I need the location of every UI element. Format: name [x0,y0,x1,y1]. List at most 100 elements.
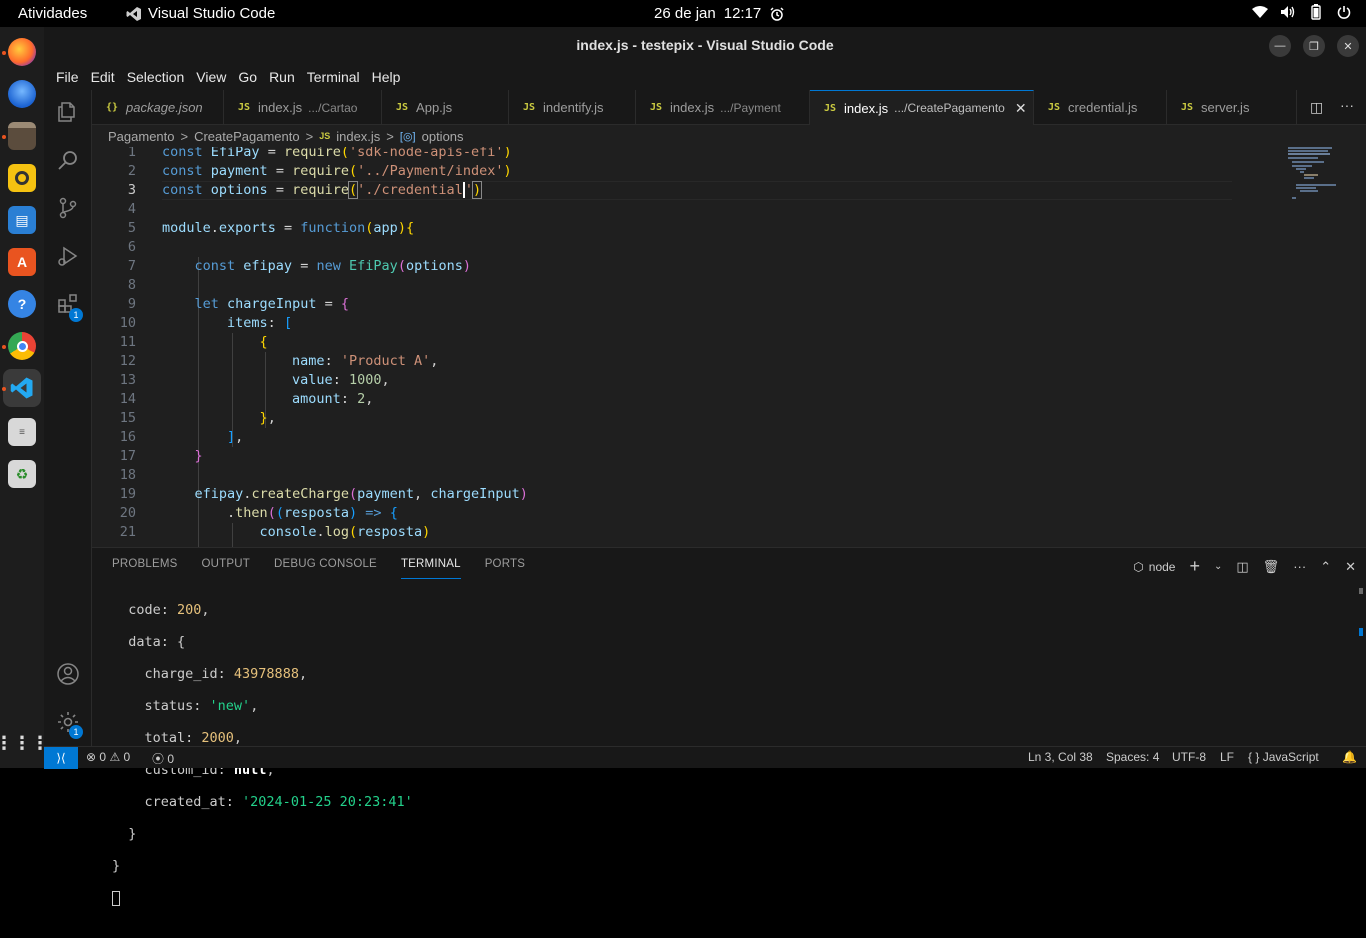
breadcrumb-symbol[interactable]: options [422,129,464,144]
text-editor-icon[interactable]: ≡ [8,418,36,446]
split-terminal-icon[interactable]: ◫ [1236,559,1248,575]
line-number: 19 [119,486,136,502]
breadcrumb-separator: > [305,128,314,144]
tab-indentify-js[interactable]: JS indentify.js [509,90,636,125]
help-icon[interactable]: ? [8,290,36,318]
notifications-icon[interactable]: 🔔 [1342,750,1357,764]
software-icon[interactable]: A [8,248,36,276]
breadcrumb-folder-pagamento[interactable]: Pagamento [108,129,175,144]
menu-edit[interactable]: Edit [85,69,121,85]
tab-label: server.js [1201,100,1250,115]
code-line: let chargeInput = { [194,296,350,312]
explorer-icon[interactable] [56,100,80,124]
menu-file[interactable]: File [50,69,85,85]
chrome-icon[interactable] [8,332,36,360]
new-terminal-icon[interactable]: + [1189,556,1200,577]
kill-terminal-icon[interactable]: 🗑 [1263,559,1280,575]
code-line: }, [259,410,276,426]
clock-time: 12:17 [723,5,762,22]
language-mode[interactable]: { } JavaScript [1248,750,1319,764]
menu-terminal[interactable]: Terminal [301,69,366,85]
clock-date: 26 de jan [654,5,716,22]
thunderbird-icon[interactable] [8,80,36,108]
cursor-position[interactable]: Ln 3, Col 38 [1028,750,1093,764]
tab-package-json[interactable]: {} package.json [92,90,224,125]
js-file-icon: JS [1181,102,1194,113]
tab-problems[interactable]: PROBLEMS [112,548,178,582]
clock[interactable]: 26 de jan 12:17 [654,5,785,22]
maximize-panel-icon[interactable]: ⌃ [1320,559,1331,575]
title-bar: index.js - testepix - Visual Studio Code… [44,27,1366,64]
more-actions-icon[interactable]: ··· [1293,559,1306,574]
trash-icon[interactable]: ♻ [8,460,36,488]
alarm-icon [770,6,784,21]
search-icon[interactable] [56,148,80,172]
activities-button[interactable]: Atividades [18,5,87,22]
terminal-line: } [112,826,137,842]
end-of-line[interactable]: LF [1220,750,1234,764]
menu-run[interactable]: Run [263,69,301,85]
system-tray[interactable] [1252,4,1352,20]
line-number: 13 [119,372,136,388]
menu-go[interactable]: Go [232,69,263,85]
tab-terminal[interactable]: TERMINAL [400,548,461,579]
line-number: 2 [127,163,136,179]
writer-icon[interactable]: ▤ [8,206,36,234]
chevron-down-icon[interactable]: ⌄ [1214,561,1222,572]
code-line: const options = require('./credential ') [162,181,483,199]
tab-index-createpagamento[interactable]: JS index.js .../CreatePagamento ✕ [810,90,1034,125]
tab-app-js[interactable]: JS App.js [382,90,509,125]
run-debug-icon[interactable] [56,244,80,268]
menu-selection[interactable]: Selection [121,69,191,85]
line-number: 14 [119,391,136,407]
bottom-panel: PROBLEMS OUTPUT DEBUG CONSOLE TERMINAL P… [92,547,1366,906]
close-panel-icon[interactable]: ✕ [1345,559,1356,575]
js-file-icon: JS [824,102,837,114]
ports-count: 0 [167,752,175,766]
maximize-button[interactable]: ❐ [1303,35,1325,57]
status-bar: ⟩⟨ ⊗ 0 ⚠ 0 ⦿ 0 Ln 3, Col 38 Spaces: 4 UT… [44,746,1366,769]
rhythmbox-icon[interactable] [8,164,36,192]
accounts-icon[interactable] [56,662,80,686]
code-line: const payment = require('../Payment/inde… [162,163,512,179]
files-icon[interactable] [8,122,36,150]
source-control-icon[interactable] [56,196,80,220]
menu-help[interactable]: Help [366,69,407,85]
tab-output[interactable]: OUTPUT [202,548,250,582]
problems-status[interactable]: ⊗ 0 ⚠ 0 [86,750,130,764]
terminal-shell-selector[interactable]: ⬡ node [1133,560,1175,574]
menu-bar: File Edit Selection View Go Run Terminal… [44,64,1366,90]
minimize-button[interactable]: — [1269,35,1291,57]
code-editor[interactable]: 1 2 3 4 5 6 7 8 9 10 11 12 13 14 15 16 1… [92,147,1366,547]
breadcrumb-file[interactable]: index.js [336,129,380,144]
tab-server-js[interactable]: JS server.js [1167,90,1297,125]
breadcrumb-folder-createpagamento[interactable]: CreatePagamento [194,129,300,144]
split-editor-icon[interactable]: ◫ [1310,99,1323,116]
tab-path: .../CreatePagamento [894,101,1005,115]
tab-credential-js[interactable]: JS credential.js [1034,90,1167,125]
editor-tabs: {} package.json JS index.js .../Cartao JS Ap… [92,90,1366,125]
tab-index-payment[interactable]: JS index.js .../Payment [636,90,810,125]
close-tab-icon[interactable]: ✕ [1015,100,1027,117]
ports-status[interactable]: ⦿ 0 [152,750,174,767]
menu-view[interactable]: View [190,69,232,85]
terminal-scrollbar[interactable] [1358,588,1364,738]
tab-ports[interactable]: PORTS [485,548,525,582]
encoding[interactable]: UTF-8 [1172,750,1206,764]
app-menu[interactable]: Visual Studio Code [126,5,275,22]
more-actions-icon[interactable]: ··· [1340,97,1354,113]
close-window-button[interactable]: ✕ [1337,35,1359,57]
vscode-icon[interactable] [8,374,36,402]
line-number: 15 [119,410,136,426]
indentation[interactable]: Spaces: 4 [1106,750,1159,764]
apps-grid-icon[interactable]: ⋮⋮⋮ [0,729,49,757]
terminal-line: charge_id: 43978888, [112,666,308,682]
tab-index-cartao[interactable]: JS index.js .../Cartao [224,90,382,125]
remote-icon[interactable]: ⟩⟨ [44,747,78,769]
tab-label: App.js [416,100,453,115]
app-name-label: Visual Studio Code [148,5,276,22]
extensions-badge: 1 [69,308,83,322]
minimap[interactable] [1288,147,1348,207]
tab-debug-console[interactable]: DEBUG CONSOLE [274,548,377,582]
firefox-icon[interactable] [8,38,36,66]
